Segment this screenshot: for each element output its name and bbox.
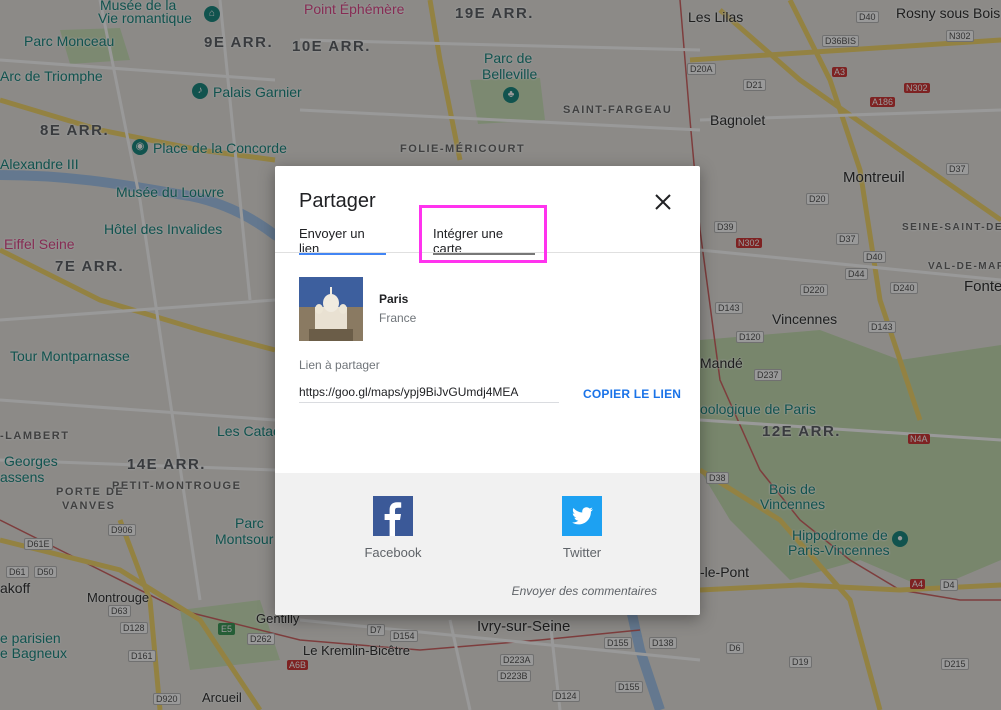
place-name: Paris <box>379 292 409 306</box>
share-twitter-button[interactable]: Twitter <box>542 496 622 560</box>
send-feedback-link[interactable]: Envoyer des commentaires <box>512 584 657 598</box>
place-thumbnail <box>299 277 363 341</box>
twitter-label: Twitter <box>562 545 602 560</box>
facebook-label: Facebook <box>364 545 422 560</box>
tab-divider <box>275 252 700 253</box>
close-icon <box>655 194 671 210</box>
sacre-coeur-image <box>299 277 363 341</box>
close-button[interactable] <box>651 190 675 214</box>
share-facebook-button[interactable]: Facebook <box>353 496 433 560</box>
copy-link-button[interactable]: COPIER LE LIEN <box>583 387 681 401</box>
facebook-icon <box>373 496 413 536</box>
place-country: France <box>379 311 417 325</box>
dialog-title: Partager <box>299 190 376 212</box>
share-dialog: Partager Envoyer un lien Intégrer une ca… <box>275 166 700 615</box>
tab-send-link[interactable]: Envoyer un lien <box>299 226 386 256</box>
share-link-input[interactable] <box>299 382 559 403</box>
share-footer: Facebook Twitter Envoyer des commentaire… <box>275 473 700 615</box>
tab-embed-map[interactable]: Intégrer une carte <box>433 226 535 256</box>
twitter-icon <box>562 496 602 536</box>
link-label: Lien à partager <box>299 358 380 372</box>
